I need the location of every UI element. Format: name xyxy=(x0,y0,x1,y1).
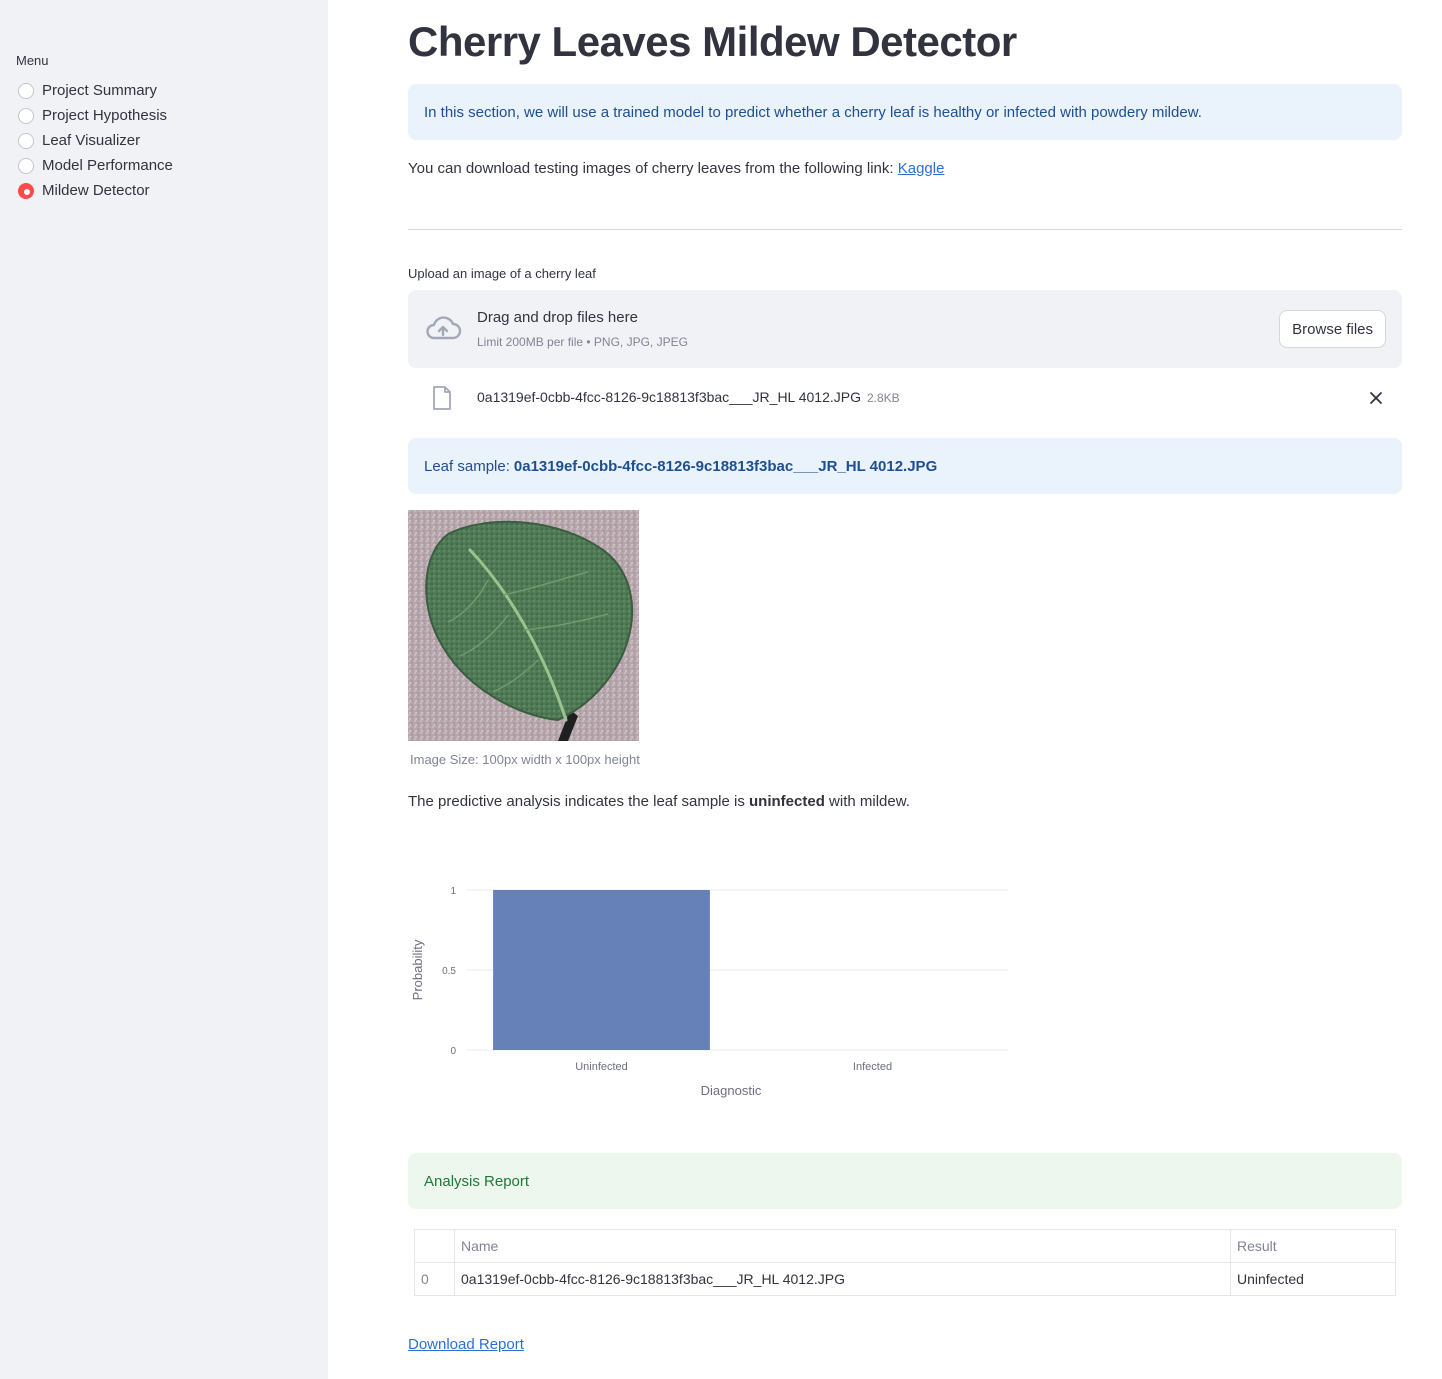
analysis-report-table: Name Result 0 0a1319ef-0cbb-4fcc-8126-9c… xyxy=(414,1229,1396,1296)
file-name-text: 0a1319ef-0cbb-4fcc-8126-9c18813f3bac___J… xyxy=(477,389,861,405)
cloud-upload-icon xyxy=(426,316,462,340)
dropzone-title: Drag and drop files here xyxy=(477,309,638,326)
radio-button-icon[interactable] xyxy=(18,157,34,174)
nav-item-label: Project Summary xyxy=(42,82,158,99)
table-cell-name: 0a1319ef-0cbb-4fcc-8126-9c18813f3bac___J… xyxy=(454,1262,1231,1296)
table-cell-index: 0 xyxy=(414,1262,455,1296)
leaf-sample-name: 0a1319ef-0cbb-4fcc-8126-9c18813f3bac___J… xyxy=(513,457,938,475)
close-icon[interactable] xyxy=(1368,390,1384,406)
menu-title: Menu xyxy=(16,53,49,68)
page-title: Cherry Leaves Mildew Detector xyxy=(408,18,1017,65)
y-axis-label: Probability xyxy=(410,939,425,1000)
nav-item-project-hypothesis[interactable]: Project Hypothesis xyxy=(18,103,173,128)
image-caption: Image Size: 100px width x 100px height xyxy=(410,752,640,767)
analysis-report-alert: Analysis Report xyxy=(408,1153,1402,1209)
prediction-after: with mildew. xyxy=(824,793,910,810)
bar-uninfected xyxy=(493,890,710,1050)
prediction-before: The predictive analysis indicates the le… xyxy=(408,793,750,810)
nav-item-leaf-visualizer[interactable]: Leaf Visualizer xyxy=(18,128,173,153)
nav-item-model-performance[interactable]: Model Performance xyxy=(18,153,173,178)
table-cell-result: Uninfected xyxy=(1230,1262,1396,1296)
download-report-link[interactable]: Download Report xyxy=(408,1336,524,1353)
navigation-radio-group: Project Summary Project Hypothesis Leaf … xyxy=(18,78,173,203)
prediction-result: uninfected xyxy=(749,793,825,810)
radio-button-icon[interactable] xyxy=(18,132,34,149)
nav-item-project-summary[interactable]: Project Summary xyxy=(18,78,173,103)
info-alert: In this section, we will use a trained m… xyxy=(408,84,1402,140)
radio-button-icon[interactable] xyxy=(18,107,34,124)
dropzone-limits: Limit 200MB per file • PNG, JPG, JPEG xyxy=(477,335,688,349)
kaggle-link[interactable]: Kaggle xyxy=(898,160,945,177)
table-row: 0 0a1319ef-0cbb-4fcc-8126-9c18813f3bac__… xyxy=(414,1262,1396,1296)
table-header-row: Name Result xyxy=(414,1229,1396,1263)
y-tick-label: 0.5 xyxy=(442,966,456,977)
leaf-sample-alert: Leaf sample: 0a1319ef-0cbb-4fcc-8126-9c1… xyxy=(408,438,1402,494)
info-alert-text: In this section, we will use a trained m… xyxy=(424,103,1202,121)
nav-item-label: Project Hypothesis xyxy=(42,107,168,124)
nav-item-label: Model Performance xyxy=(42,157,173,174)
sidebar: Menu Project Summary Project Hypothesis … xyxy=(0,0,328,1379)
file-size: 2.8KB xyxy=(866,391,900,405)
table-header-index xyxy=(414,1229,455,1263)
uploaded-file-row: 0a1319ef-0cbb-4fcc-8126-9c18813f3bac___J… xyxy=(408,380,1402,416)
file-icon xyxy=(433,386,451,410)
table-header-result: Result xyxy=(1230,1229,1396,1263)
x-tick-label: Uninfected xyxy=(575,1061,628,1073)
divider xyxy=(408,229,1402,230)
x-tick-label: Infected xyxy=(853,1061,892,1073)
table-header-name: Name xyxy=(454,1229,1231,1263)
file-dropzone[interactable]: Drag and drop files here Limit 200MB per… xyxy=(408,290,1402,368)
radio-button-icon[interactable] xyxy=(18,82,34,99)
download-paragraph: You can download testing images of cherr… xyxy=(408,160,944,177)
prediction-text: The predictive analysis indicates the le… xyxy=(408,793,910,810)
probability-bar-chart: 0 0.5 1 Uninfected Infected Diagnostic Probabi… xyxy=(410,886,1008,1098)
y-tick-label: 1 xyxy=(450,886,456,897)
analysis-report-title: Analysis Report xyxy=(424,1172,530,1190)
uploaded-file-name: 0a1319ef-0cbb-4fcc-8126-9c18813f3bac___J… xyxy=(477,389,900,405)
nav-item-mildew-detector[interactable]: Mildew Detector xyxy=(18,178,173,203)
x-axis-label: Diagnostic xyxy=(701,1083,762,1098)
leaf-sample-image xyxy=(408,510,639,741)
download-text: You can download testing images of cherr… xyxy=(408,160,898,177)
browse-files-button[interactable]: Browse files xyxy=(1279,310,1386,348)
nav-item-label: Mildew Detector xyxy=(42,182,150,199)
y-tick-label: 0 xyxy=(450,1046,456,1057)
leaf-sample-prefix: Leaf sample: xyxy=(424,457,510,475)
nav-item-label: Leaf Visualizer xyxy=(42,132,141,149)
upload-label: Upload an image of a cherry leaf xyxy=(408,266,596,281)
radio-button-selected-icon[interactable] xyxy=(18,182,34,199)
